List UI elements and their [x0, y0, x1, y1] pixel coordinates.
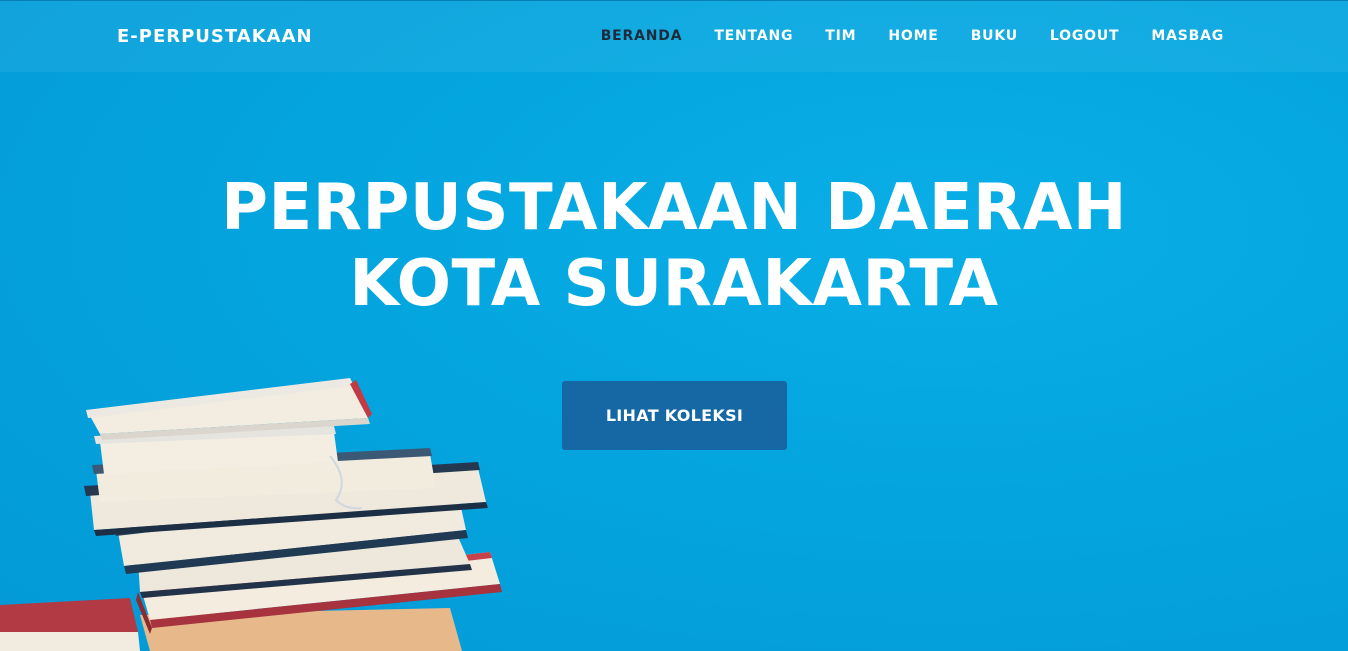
page: E-PERPUSTAKAAN BERANDA TENTANG TIM HOME … — [0, 0, 1348, 651]
nav-item-tentang[interactable]: TENTANG — [714, 28, 793, 44]
main-nav: BERANDA TENTANG TIM HOME BUKU LOGOUT MAS… — [569, 28, 1224, 44]
view-collection-button[interactable]: LIHAT KOLEKSI — [562, 381, 787, 450]
nav-item-tim[interactable]: TIM — [825, 28, 856, 44]
nav-item-logout[interactable]: LOGOUT — [1050, 28, 1119, 44]
nav-item-home[interactable]: HOME — [888, 28, 938, 44]
nav-item-masbag[interactable]: MASBAG — [1151, 28, 1224, 44]
books-stack-illustration — [0, 378, 502, 651]
hero-title-line2: KOTA SURAKARTA — [349, 247, 999, 321]
nav-item-beranda[interactable]: BERANDA — [601, 28, 683, 44]
brand-link[interactable]: E-PERPUSTAKAAN — [117, 26, 313, 47]
hero-title: PERPUSTAKAAN DAERAH KOTA SURAKARTA — [0, 170, 1348, 322]
hero-title-line1: PERPUSTAKAAN DAERAH — [221, 171, 1127, 245]
navbar: E-PERPUSTAKAAN BERANDA TENTANG TIM HOME … — [0, 0, 1348, 72]
book-bottom-left — [0, 598, 140, 651]
nav-item-buku[interactable]: BUKU — [971, 28, 1018, 44]
